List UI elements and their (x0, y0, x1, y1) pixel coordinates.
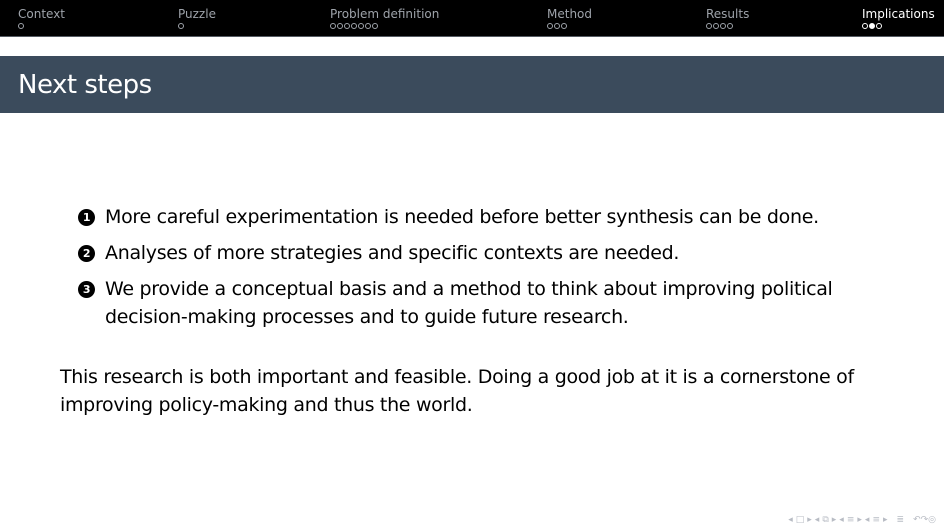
frame-title: Next steps (18, 70, 152, 100)
frame-dot[interactable] (876, 23, 882, 29)
nav-section-dots (18, 22, 65, 30)
frame-dot[interactable] (358, 23, 364, 29)
nav-section-label[interactable]: Implications (862, 7, 935, 21)
frame-dot[interactable] (18, 23, 24, 29)
frame-dot[interactable] (372, 23, 378, 29)
list-item-text: Analyses of more strategies and specific… (105, 242, 680, 264)
frame-dot[interactable] (561, 23, 567, 29)
nav-section-label[interactable]: Method (547, 7, 592, 21)
nav-section-dots (862, 22, 935, 30)
frame-dot[interactable] (337, 23, 343, 29)
enum-marker: 3 (78, 281, 95, 298)
frame-title-bar: Next steps (0, 56, 944, 113)
nav-next-section-icon[interactable]: ▸ (857, 515, 862, 525)
nav-section-dots (178, 22, 216, 30)
frame-dot[interactable] (713, 23, 719, 29)
beamer-navigation-symbols: ◂ □ ▸ ◂ ⧉ ▸ ◂ ≡ ▸ ◂ ≡ ▸ ≣ ↶↷◎ (788, 513, 936, 527)
nav-section-puzzle[interactable]: Puzzle (178, 7, 216, 30)
nav-prev-subsection-icon[interactable]: ◂ (815, 515, 820, 525)
list-item-text: We provide a conceptual basis and a meth… (105, 278, 833, 328)
frame-dot[interactable] (547, 23, 553, 29)
frame-dot[interactable] (554, 23, 560, 29)
frame-dot[interactable] (365, 23, 371, 29)
list-item: 2 Analyses of more strategies and specif… (78, 239, 878, 267)
frame-dot[interactable] (706, 23, 712, 29)
nav-section-icon[interactable]: ≡ (847, 515, 855, 525)
nav-section-dots (330, 22, 439, 30)
list-item: 3 We provide a conceptual basis and a me… (78, 275, 878, 331)
enum-marker: 2 (78, 245, 95, 262)
section-navigation-bar: Context Puzzle Problem definition Method (0, 0, 944, 37)
nav-next-page-icon[interactable]: ▸ (883, 515, 888, 525)
nav-section-results[interactable]: Results (706, 7, 749, 30)
list-item-text: More careful experimentation is needed b… (105, 206, 819, 228)
nav-section-label[interactable]: Context (18, 7, 65, 21)
frame-dot[interactable] (720, 23, 726, 29)
nav-section-label[interactable]: Puzzle (178, 7, 216, 21)
nav-section-dots (706, 22, 749, 30)
nav-prev-page-icon[interactable]: ◂ (865, 515, 870, 525)
nav-section-label[interactable]: Problem definition (330, 7, 439, 21)
frame-dot[interactable] (862, 23, 868, 29)
nav-section-label[interactable]: Results (706, 7, 749, 21)
nav-section-implications[interactable]: Implications (862, 7, 935, 30)
frame-dot[interactable] (330, 23, 336, 29)
frame-dot[interactable] (344, 23, 350, 29)
nav-next-frame-icon[interactable]: ▸ (807, 515, 812, 525)
nav-appendix-icon[interactable]: ≣ (897, 515, 905, 525)
nav-section-method[interactable]: Method (547, 7, 592, 30)
nav-section-problem-definition[interactable]: Problem definition (330, 7, 439, 30)
enumerated-list: 1 More careful experimentation is needed… (78, 203, 878, 339)
list-item: 1 More careful experimentation is needed… (78, 203, 878, 231)
enum-marker: 1 (78, 209, 95, 226)
frame-dot[interactable] (727, 23, 733, 29)
closing-paragraph: This research is both important and feas… (60, 366, 854, 416)
current-frame-dot[interactable] (869, 23, 875, 29)
nav-subsection-icon[interactable]: ⧉ (822, 515, 828, 525)
nav-frame-icon[interactable]: □ (796, 515, 805, 525)
nav-toc-icon[interactable]: ≡ (872, 515, 880, 525)
nav-prev-section-icon[interactable]: ◂ (839, 515, 844, 525)
frame-dot[interactable] (351, 23, 357, 29)
nav-section-context[interactable]: Context (18, 7, 65, 30)
frame-dot[interactable] (178, 23, 184, 29)
nav-section-dots (547, 22, 592, 30)
nav-search-icon[interactable]: ↶↷◎ (913, 515, 936, 525)
nav-prev-frame-icon[interactable]: ◂ (788, 515, 793, 525)
nav-next-subsection-icon[interactable]: ▸ (832, 515, 837, 525)
